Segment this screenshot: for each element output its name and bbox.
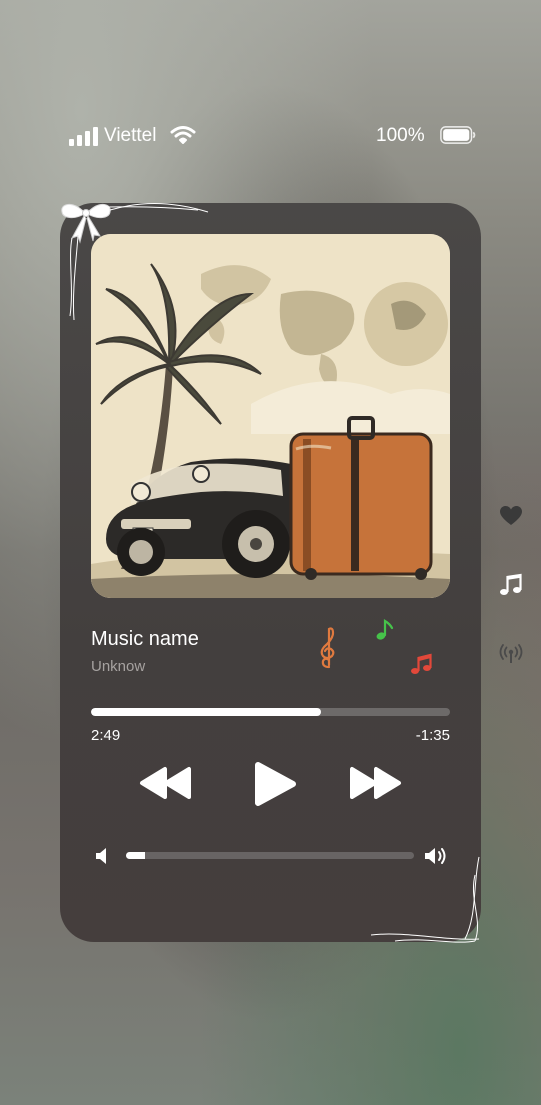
volume-fill — [126, 852, 145, 859]
broadcast-icon[interactable] — [499, 642, 523, 666]
beamed-notes-icon — [411, 653, 432, 674]
progress-bar[interactable] — [91, 708, 450, 716]
progress-fill — [91, 708, 321, 716]
wifi-icon — [170, 126, 196, 144]
battery-percent: 100% — [376, 125, 425, 146]
play-icon[interactable] — [252, 760, 298, 808]
volume-high-icon[interactable] — [424, 845, 450, 867]
volume-slider[interactable] — [126, 852, 414, 859]
time-elapsed: 2:49 — [91, 727, 121, 744]
treble-clef-icon — [320, 627, 335, 669]
battery-icon — [440, 126, 476, 144]
music-note-icon[interactable] — [499, 573, 523, 597]
fast-forward-icon[interactable] — [348, 766, 402, 800]
carrier-name: Viettel — [104, 125, 157, 146]
track-title: Music name — [91, 628, 199, 650]
signal-icon — [69, 126, 99, 146]
time-remaining: -1:35 — [415, 727, 450, 744]
album-art-icon — [91, 234, 450, 598]
album-artwork — [91, 234, 450, 598]
artist-name: Unknow — [91, 658, 146, 675]
rewind-icon[interactable] — [139, 766, 193, 800]
eighth-note-icon — [376, 619, 394, 640]
heart-icon[interactable] — [499, 505, 523, 527]
status-bar: Viettel 100% — [0, 118, 541, 154]
volume-low-icon[interactable] — [95, 846, 109, 866]
